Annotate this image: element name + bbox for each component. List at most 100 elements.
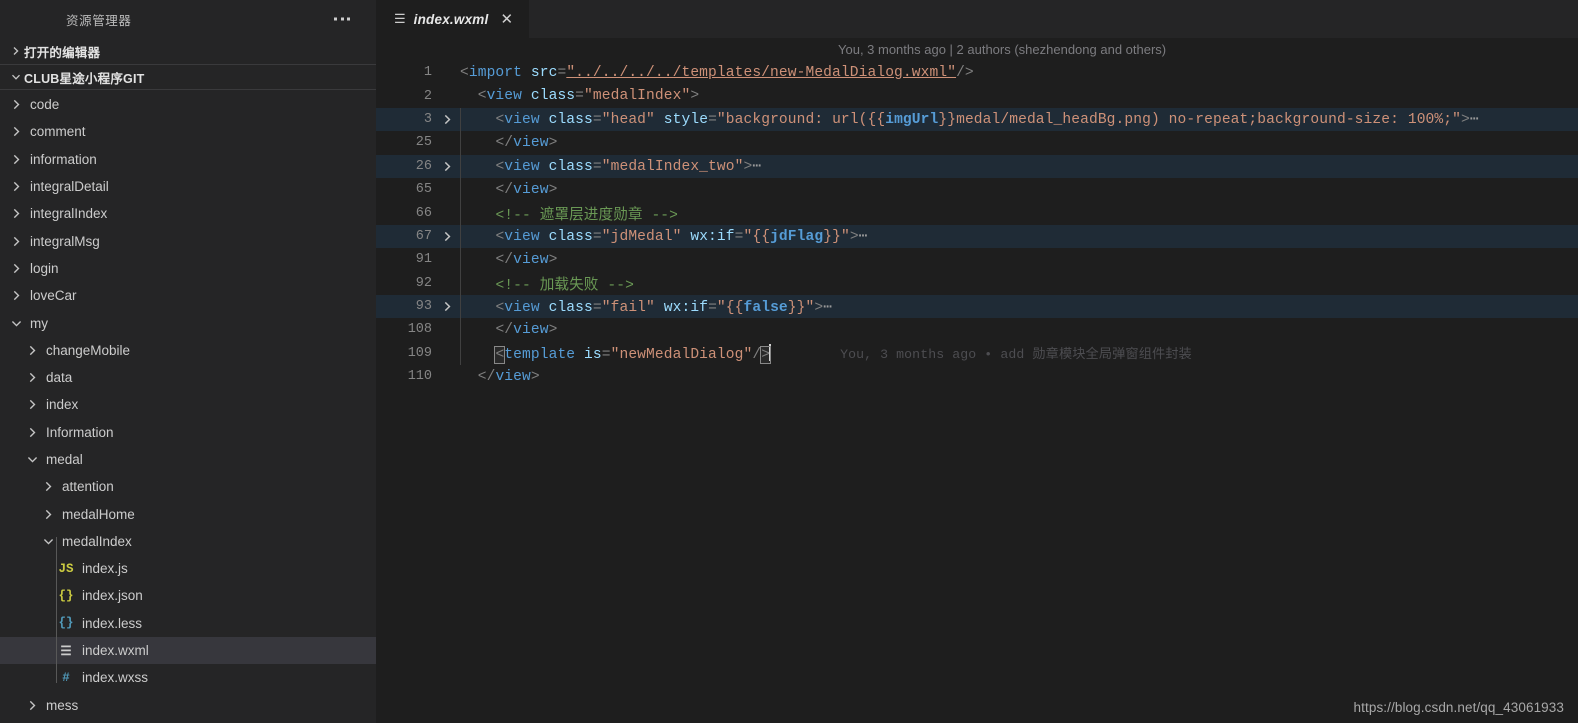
code-line[interactable]: 67 <view class="jdMedal" wx:if="{{jdFlag… — [376, 224, 1578, 249]
folder-item[interactable]: index — [0, 391, 376, 418]
chevron-right-icon — [7, 46, 24, 56]
line-number: 66 — [415, 205, 432, 221]
fold-chevron-icon[interactable] — [434, 231, 460, 242]
chevron-right-icon[interactable] — [24, 345, 40, 356]
code-line[interactable]: 3 <view class="head" style="background: … — [376, 107, 1578, 132]
fold-ellipsis[interactable]: ⋯ — [859, 229, 868, 245]
folder-item[interactable]: medalHome — [0, 500, 376, 527]
folder-item[interactable]: Information — [0, 419, 376, 446]
fold-chevron-icon[interactable] — [434, 161, 460, 172]
json-file-icon: {} — [58, 588, 74, 603]
folder-item[interactable]: my — [0, 309, 376, 336]
tree-item-label: loveCar — [30, 288, 77, 304]
line-number: 109 — [407, 345, 432, 361]
code-text: <import src="../../../../templates/new-M… — [460, 64, 974, 81]
chevron-right-icon[interactable] — [40, 481, 56, 492]
sidebar-section-label: CLUB星途小程序GIT — [24, 71, 145, 86]
chevron-right-icon[interactable] — [8, 181, 24, 192]
sidebar-section-workspace[interactable]: CLUB星途小程序GIT — [0, 64, 376, 90]
folder-item[interactable]: integralDetail — [0, 173, 376, 200]
chevron-down-icon[interactable] — [40, 536, 56, 547]
code-line[interactable]: 25 </view> — [376, 131, 1578, 154]
code-text: <!-- 加载失败 --> — [495, 277, 634, 294]
line-number: 2 — [423, 88, 432, 104]
line-number: 3 — [423, 111, 432, 127]
code-text: <view class="jdMedal" wx:if="{{jdFlag}}"… — [495, 229, 868, 246]
fold-ellipsis[interactable]: ⋯ — [752, 159, 761, 175]
line-number: 92 — [415, 275, 432, 291]
code-line[interactable]: 91 </view> — [376, 248, 1578, 271]
chevron-right-icon[interactable] — [8, 154, 24, 165]
tree-item-label: medal — [46, 452, 83, 467]
chevron-down-icon — [7, 72, 24, 82]
chevron-right-icon[interactable] — [8, 208, 24, 219]
folder-item[interactable]: changeMobile — [0, 337, 376, 364]
folder-item[interactable]: loveCar — [0, 282, 376, 309]
code-line[interactable]: 2 <view class="medalIndex"> — [376, 84, 1578, 107]
code-line[interactable]: 1 <import src="../../../../templates/new-… — [376, 61, 1578, 84]
code-text: <template is="newMedalDialog"/> You, 3 mo… — [460, 343, 1578, 365]
chevron-right-icon[interactable] — [8, 236, 24, 247]
code-text: <view class="fail" wx:if="{{false}}">⋯ — [495, 299, 833, 316]
folder-item[interactable]: data — [0, 364, 376, 391]
code-line[interactable]: 92 <!-- 加载失败 --> — [376, 272, 1578, 295]
tab-index-wxml[interactable]: ☰ index.wxml ✕ — [376, 0, 531, 38]
fold-chevron-icon[interactable] — [434, 114, 460, 125]
tree-item-label: index — [46, 397, 79, 413]
tree-item-label: medalIndex — [62, 533, 132, 549]
sidebar-section-label: 打开的编辑器 — [24, 45, 101, 60]
chevron-right-icon[interactable] — [24, 399, 40, 410]
line-number: 110 — [407, 369, 432, 385]
code-line[interactable]: 26 <view class="medalIndex_two">⋯ — [376, 154, 1578, 178]
chevron-right-icon[interactable] — [24, 372, 40, 383]
tab-label: index.wxml — [413, 11, 489, 27]
line-number: 91 — [415, 252, 432, 268]
explorer-header: 资源管理器 — [0, 0, 376, 38]
folder-item[interactable]: medal — [0, 446, 376, 473]
fold-ellipsis[interactable]: ⋯ — [1470, 112, 1479, 128]
line-number: 1 — [423, 65, 432, 81]
inline-git-blame: You, 3 months ago • add 勋章模块全局弹窗组件封装 — [840, 347, 1192, 363]
js-file-icon: JS — [58, 561, 74, 576]
chevron-down-icon[interactable] — [8, 318, 24, 329]
line-number: 108 — [407, 322, 432, 338]
folder-item[interactable]: information — [0, 146, 376, 173]
fold-chevron-icon[interactable] — [434, 301, 460, 312]
folder-item[interactable]: attention — [0, 473, 376, 500]
tree-item-label: index.wxml — [82, 643, 149, 659]
more-actions-icon[interactable] — [330, 14, 354, 25]
code-line[interactable]: 65 </view> — [376, 178, 1578, 201]
code-text: <view class="head" style="background: ur… — [495, 112, 1479, 129]
close-icon[interactable]: ✕ — [496, 10, 517, 29]
editor-tabbar: ☰ index.wxml ✕ — [376, 0, 1578, 38]
code-line[interactable]: 110 </view> — [376, 365, 1578, 388]
folder-item[interactable]: comment — [0, 118, 376, 145]
code-indent-guide — [460, 107, 461, 366]
less-file-icon: {} — [58, 616, 74, 631]
fold-ellipsis[interactable]: ⋯ — [823, 300, 832, 316]
code-line[interactable]: 66 <!-- 遮罩层进度勋章 --> — [376, 201, 1578, 224]
chevron-right-icon[interactable] — [24, 700, 40, 711]
chevron-right-icon[interactable] — [8, 126, 24, 137]
code-line[interactable]: 109 <template is="newMedalDialog"/> You, … — [376, 342, 1578, 365]
chevron-right-icon[interactable] — [8, 290, 24, 301]
chevron-right-icon[interactable] — [24, 427, 40, 438]
tree-item-label: code — [30, 97, 60, 113]
code-editor[interactable]: You, 3 months ago | 2 authors (shezhendo… — [376, 38, 1578, 723]
chevron-down-icon[interactable] — [24, 454, 40, 465]
chevron-right-icon[interactable] — [40, 509, 56, 520]
tree-item-label: integralDetail — [30, 179, 109, 195]
folder-item[interactable]: integralIndex — [0, 200, 376, 227]
code-line[interactable]: 93 <view class="fail" wx:if="{{false}}">… — [376, 294, 1578, 319]
folder-item[interactable]: integralMsg — [0, 227, 376, 254]
line-number: 65 — [415, 182, 432, 198]
sidebar-section-open-editors[interactable]: 打开的编辑器 — [0, 38, 376, 64]
folder-item[interactable]: login — [0, 255, 376, 282]
chevron-right-icon[interactable] — [8, 263, 24, 274]
chevron-right-icon[interactable] — [8, 99, 24, 110]
folder-item[interactable]: mess — [0, 692, 376, 719]
folder-item[interactable]: code — [0, 91, 376, 118]
code-lines: 1 <import src="../../../../templates/new-… — [376, 61, 1578, 388]
tree-item-label: attention — [62, 479, 114, 495]
code-line[interactable]: 108 </view> — [376, 318, 1578, 341]
